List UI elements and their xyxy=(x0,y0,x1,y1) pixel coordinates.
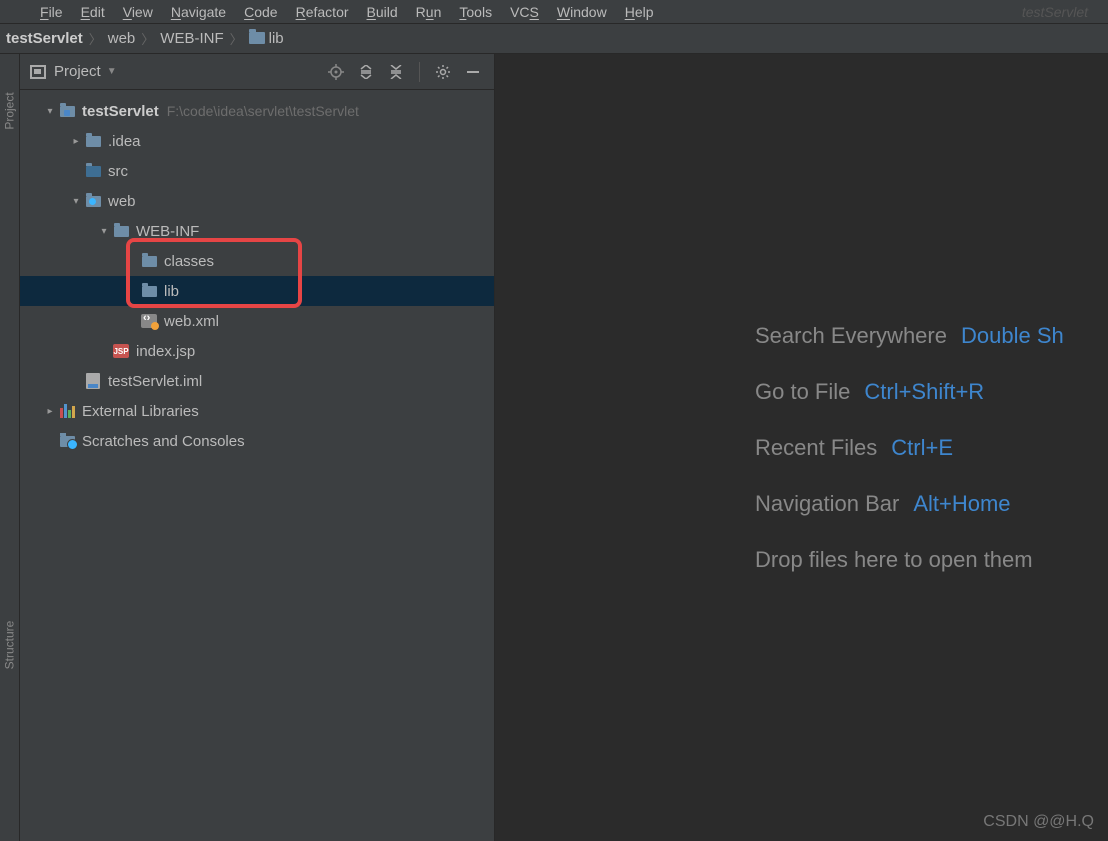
web-folder-icon xyxy=(86,196,101,207)
tree-root-testservlet[interactable]: ▾ testServlet F:\code\idea\servlet\testS… xyxy=(20,96,494,126)
project-panel: Project ▼ ▾ testServlet F:\code\idea\ser… xyxy=(20,54,495,841)
tree-label: web.xml xyxy=(164,313,219,330)
gear-icon[interactable] xyxy=(432,61,454,83)
menu-help[interactable]: Help xyxy=(625,4,654,20)
chevron-down-icon: ▾ xyxy=(96,226,112,237)
toolstrip-structure[interactable]: Structure xyxy=(3,621,17,670)
watermark-text: CSDN @@H.Q xyxy=(983,813,1094,831)
menu-bar: File Edit View Navigate Code Refactor Bu… xyxy=(0,0,1108,24)
tree-lib[interactable]: ▸ lib xyxy=(20,276,494,306)
expand-all-icon[interactable] xyxy=(355,61,377,83)
xml-file-icon xyxy=(141,314,157,328)
locate-icon[interactable] xyxy=(325,61,347,83)
menu-edit[interactable]: Edit xyxy=(81,4,105,20)
tree-src[interactable]: ▸ src xyxy=(20,156,494,186)
tree-idea[interactable]: ▸ .idea xyxy=(20,126,494,156)
tree-label: index.jsp xyxy=(136,343,195,360)
hint-navigation-bar: Navigation BarAlt+Home xyxy=(755,491,1011,517)
tree-external-libraries[interactable]: ▸ External Libraries xyxy=(20,396,494,426)
hide-icon[interactable] xyxy=(462,61,484,83)
menu-window[interactable]: Window xyxy=(557,4,607,20)
project-panel-title[interactable]: Project ▼ xyxy=(54,63,117,80)
menu-refactor[interactable]: Refactor xyxy=(296,4,349,20)
chevron-right-icon: 〉 xyxy=(230,29,243,48)
breadcrumb-testservlet[interactable]: testServlet xyxy=(6,30,83,47)
folder-icon xyxy=(114,226,129,237)
breadcrumb-lib[interactable]: lib xyxy=(249,30,284,47)
chevron-right-icon: ▸ xyxy=(68,136,84,147)
menu-build[interactable]: Build xyxy=(367,4,398,20)
tree-web[interactable]: ▾ web xyxy=(20,186,494,216)
menu-navigate[interactable]: Navigate xyxy=(171,4,226,20)
tree-label: src xyxy=(108,163,128,180)
shortcut-text: Alt+Home xyxy=(913,491,1010,516)
module-folder-icon xyxy=(60,106,75,117)
hint-recent-files: Recent FilesCtrl+E xyxy=(755,435,953,461)
folder-icon xyxy=(86,136,101,147)
tree-label: testServlet.iml xyxy=(108,373,202,390)
project-view-icon xyxy=(30,65,46,79)
shortcut-text: Ctrl+Shift+R xyxy=(864,379,984,404)
folder-icon xyxy=(142,256,157,267)
folder-icon xyxy=(249,32,265,44)
breadcrumb: testServlet 〉 web 〉 WEB-INF 〉 lib xyxy=(0,24,1108,54)
tree-label: Scratches and Consoles xyxy=(82,433,245,450)
chevron-down-icon: ▾ xyxy=(68,196,84,207)
tree-label: External Libraries xyxy=(82,403,199,420)
project-panel-header: Project ▼ xyxy=(20,54,494,90)
shortcut-text: Double Sh xyxy=(961,323,1064,348)
chevron-right-icon: 〉 xyxy=(141,29,154,48)
menu-vcs[interactable]: VCS xyxy=(510,4,539,20)
iml-file-icon xyxy=(86,373,100,389)
tree-label: lib xyxy=(164,283,179,300)
hint-drop-files: Drop files here to open them xyxy=(755,547,1033,573)
tree-label: classes xyxy=(164,253,214,270)
scratches-icon xyxy=(60,436,75,447)
libraries-icon xyxy=(60,404,75,418)
editor-empty-state: Search EverywhereDouble Sh Go to FileCtr… xyxy=(495,54,1108,841)
tree-hint: F:\code\idea\servlet\testServlet xyxy=(167,103,359,119)
tree-label: web xyxy=(108,193,136,210)
tree-indexjsp[interactable]: ▸ JSP index.jsp xyxy=(20,336,494,366)
shortcut-text: Ctrl+E xyxy=(891,435,953,460)
chevron-down-icon: ▾ xyxy=(42,106,58,117)
chevron-right-icon: 〉 xyxy=(89,29,102,48)
menu-view[interactable]: View xyxy=(123,4,153,20)
hint-goto-file: Go to FileCtrl+Shift+R xyxy=(755,379,984,405)
tree-label: testServlet xyxy=(82,103,159,120)
chevron-right-icon: ▸ xyxy=(42,406,58,417)
breadcrumb-webinf[interactable]: WEB-INF xyxy=(160,30,223,47)
tree-webinf[interactable]: ▾ WEB-INF xyxy=(20,216,494,246)
breadcrumb-web[interactable]: web xyxy=(108,30,136,47)
tree-classes[interactable]: ▸ classes xyxy=(20,246,494,276)
source-folder-icon xyxy=(86,166,101,177)
tree-scratches[interactable]: ▸ Scratches and Consoles xyxy=(20,426,494,456)
tree-iml[interactable]: ▸ testServlet.iml xyxy=(20,366,494,396)
search-placeholder[interactable]: testServlet xyxy=(1022,4,1088,20)
collapse-all-icon[interactable] xyxy=(385,61,407,83)
menu-code[interactable]: Code xyxy=(244,4,277,20)
menu-file[interactable]: File xyxy=(40,4,63,20)
menu-tools[interactable]: Tools xyxy=(459,4,492,20)
tree-webxml[interactable]: ▸ web.xml xyxy=(20,306,494,336)
jsp-file-icon: JSP xyxy=(113,344,129,358)
tree-label: WEB-INF xyxy=(136,223,199,240)
menu-run[interactable]: Run xyxy=(416,4,442,20)
folder-icon xyxy=(142,286,157,297)
left-toolstrip: Project Structure xyxy=(0,54,20,841)
dropdown-arrow-icon: ▼ xyxy=(107,66,117,77)
tree-label: .idea xyxy=(108,133,141,150)
project-tree: ▾ testServlet F:\code\idea\servlet\testS… xyxy=(20,90,494,456)
hint-search-everywhere: Search EverywhereDouble Sh xyxy=(755,323,1064,349)
toolstrip-project[interactable]: Project xyxy=(3,92,17,129)
